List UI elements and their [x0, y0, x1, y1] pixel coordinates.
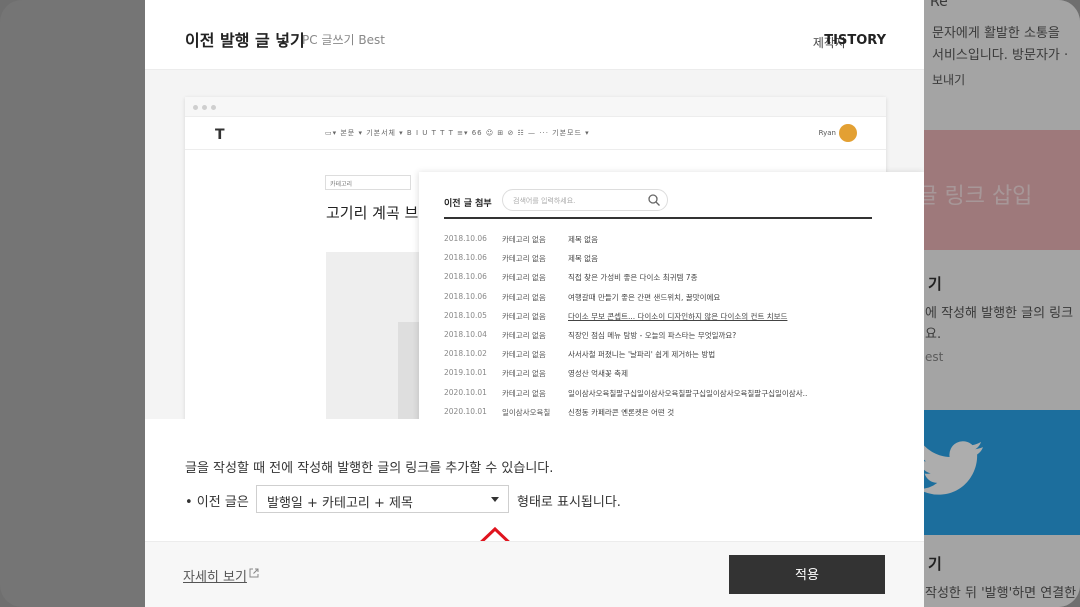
post-title-item: 다이소 무보 콘셉트... 다이소이 디자인하지 않은 다이소의 컨트 치보드 [568, 311, 788, 321]
list-item[interactable]: 2020.10.01 카테고리 없음 일이삼사오육칠팔구십일이삼사오육칠팔구십일이삼… [444, 386, 884, 405]
list-item[interactable]: 2018.10.06 카테고리 없음 여행갈때 만들기 좋은 간편 샌드위치, 꿀맛… [444, 290, 884, 309]
window-dot-icon [193, 105, 198, 110]
post-title-item: 여행갈때 만들기 좋은 간편 샌드위치, 꿀맛이에요 [568, 292, 721, 302]
window-dot-icon [202, 105, 207, 110]
list-item[interactable]: 2018.10.06 카테고리 없음 제목 없음 [444, 251, 884, 270]
list-item[interactable]: 2018.10.04 카테고리 없음 직장인 점심 메뉴 탐방 - 오늘의 파스타는… [444, 328, 884, 347]
post-title-item: 제목 없음 [568, 254, 598, 264]
attach-search-input: 검색어를 입력하세요. [502, 189, 668, 211]
list-item[interactable]: 2018.10.05 카테고리 없음 다이소 무보 콘셉트... 다이소이 디자인하… [444, 309, 884, 328]
format-select-value: 발행일 + 카테고리 + 제목 [267, 496, 413, 511]
post-title-item: 사서사철 퍼졌니는 '날파리' 쉽게 제거하는 방법 [568, 350, 716, 360]
preview-area: T ▭▾ 본문 ▾ 기본서체 ▾ B I U T T T ≡▾ 66 ☺ ⊞ ⊘… [145, 70, 924, 419]
list-item[interactable]: 2018.10.06 카테고리 없음 직접 찾은 가성비 좋은 다이소 최귀템 7종 [444, 270, 884, 289]
post-title-item: 직장인 점심 메뉴 탐방 - 오늘의 파스타는 무엇일까요? [568, 330, 737, 340]
overlay-dim [905, 0, 1080, 607]
post-date: 2018.10.06 [444, 253, 487, 263]
format-prefix: • 이전 글은 [185, 495, 249, 510]
post-category: 카테고리 없음 [502, 330, 546, 340]
screen: Re 문자에게 활발한 소통을 서비스입니다. 방문자가 · 보내기 행 글 링… [0, 0, 1080, 607]
format-suffix: 형태로 표시됩니다. [517, 495, 621, 510]
caret-down-icon [491, 497, 499, 502]
post-category: 카테고리 없음 [502, 311, 546, 321]
detail-link[interactable]: 자세히 보기 [183, 566, 247, 585]
post-title-item: 신정동 카페라콘 옌론켓은 어떤 것 [568, 407, 675, 417]
search-icon [648, 194, 660, 206]
attach-list: 2018.10.06 카테고리 없음 제목 없음 2018.10.06 카테고리 없음 제… [444, 232, 884, 419]
post-title-item: 직접 찾은 가성비 좋은 다이소 최귀템 7종 [568, 273, 698, 283]
post-date: 2018.10.06 [444, 272, 487, 282]
category-select: 카테고리 [325, 175, 411, 190]
list-item[interactable]: 2018.10.06 카테고리 없음 제목 없음 [444, 232, 884, 251]
list-item[interactable]: 2020.10.01 일이삼사오육칠 신정동 카페라콘 옌론켓은 어떤 것 [444, 405, 884, 419]
post-date: 2018.10.02 [444, 349, 487, 359]
post-date: 2018.10.04 [444, 329, 487, 339]
post-title-item: 일이삼사오육칠팔구십일이삼사오육칠팔구십일이삼사오육칠팔구십일이삼사.. [568, 388, 808, 398]
post-date: 2018.10.06 [444, 291, 487, 301]
post-title-item: 제목 없음 [568, 235, 598, 244]
post-date: 2020.10.01 [444, 406, 487, 416]
post-date: 2018.10.06 [444, 234, 487, 243]
editor-toolbar: T ▭▾ 본문 ▾ 기본서체 ▾ B I U T T T ≡▾ 66 ☺ ⊞ ⊘… [185, 117, 886, 150]
post-category: 카테고리 없음 [502, 369, 546, 379]
post-category: 카테고리 없음 [502, 235, 546, 244]
modal-title: 이전 발행 글 넣기 [185, 31, 305, 50]
post-category: 카테고리 없음 [502, 388, 546, 398]
modal-footer: 자세히 보기 적용 [145, 541, 924, 607]
plugin-description: 글을 작성할 때 전에 작성해 발행한 글의 링크를 추가할 수 있습니다. [185, 461, 554, 476]
toolbar-buttons: ▭▾ 본문 ▾ 기본서체 ▾ B I U T T T ≡▾ 66 ☺ ⊞ ⊘ ☷… [325, 129, 590, 137]
post-category: 카테고리 없음 [502, 254, 546, 264]
post-title: 고기리 계곡 브런 [326, 204, 433, 222]
editor-window-bar [185, 97, 886, 117]
plugin-modal: 이전 발행 글 넣기 PC 글쓰기 Best 제작자 TISTORY T ▭▾ … [145, 0, 924, 607]
post-category: 카테고리 없음 [502, 350, 546, 360]
format-select[interactable]: 발행일 + 카테고리 + 제목 [256, 485, 509, 513]
post-title-item: 영성산 억새꽃 축제 [568, 369, 628, 379]
post-category: 일이삼사오육칠 [502, 407, 551, 417]
maker-name: TISTORY [824, 33, 886, 48]
list-item[interactable]: 2018.10.02 카테고리 없음 사서사철 퍼졌니는 '날파리' 쉽게 제거하는… [444, 347, 884, 366]
attach-title: 이전 글 첨부 [444, 199, 492, 209]
post-date: 2019.10.01 [444, 368, 487, 378]
post-date: 2020.10.01 [444, 387, 487, 397]
list-item[interactable]: 2019.10.01 카테고리 없음 영성산 억새꽃 축제 [444, 366, 884, 385]
post-category: 카테고리 없음 [502, 273, 546, 283]
divider [444, 217, 872, 219]
window-dot-icon [211, 105, 216, 110]
apply-button[interactable]: 적용 [729, 555, 885, 594]
editor-user-name: Ryan [818, 129, 836, 137]
post-category: 카테고리 없음 [502, 292, 546, 302]
attach-panel: 이전 글 첨부 검색어를 입력하세요. 2018.10.06 카테고리 없음 제목 … [419, 172, 924, 419]
modal-header: 이전 발행 글 넣기 PC 글쓰기 Best 제작자 TISTORY [145, 0, 924, 70]
tistory-logo-icon: T [215, 127, 225, 143]
post-date: 2018.10.05 [444, 310, 487, 320]
avatar [839, 124, 857, 142]
modal-subtitle: PC 글쓰기 Best [302, 33, 385, 47]
attach-search-placeholder: 검색어를 입력하세요. [513, 197, 576, 205]
external-link-icon [249, 568, 259, 578]
